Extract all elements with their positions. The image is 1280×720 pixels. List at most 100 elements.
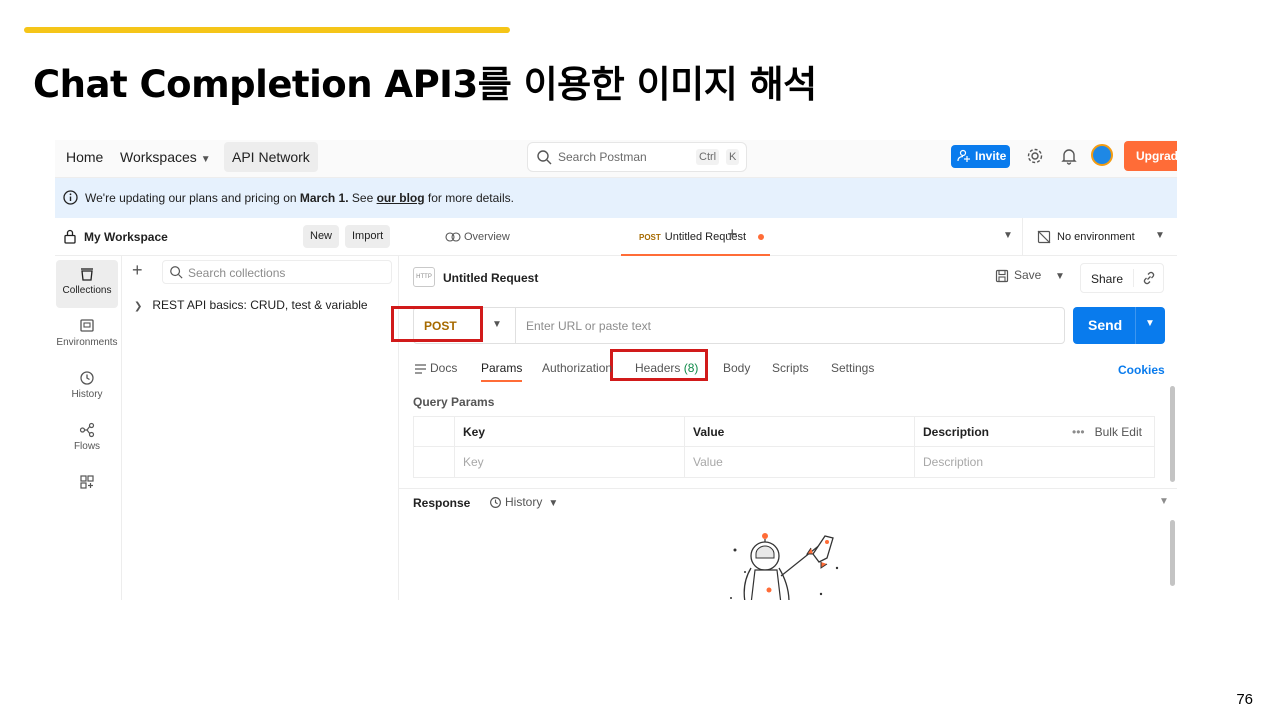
tab-params[interactable]: Params bbox=[481, 361, 523, 382]
search-icon bbox=[537, 150, 552, 165]
tab-docs-label: Docs bbox=[430, 361, 458, 375]
response-history-dropdown[interactable]: History ▼ bbox=[489, 495, 558, 509]
collection-item[interactable]: ❯ REST API basics: CRUD, test & variable bbox=[134, 298, 368, 312]
description-input[interactable]: Description bbox=[914, 447, 1154, 477]
search-collections-input[interactable]: Search collections bbox=[162, 260, 392, 284]
share-button[interactable]: Share bbox=[1080, 263, 1164, 293]
astronaut-rocket-illustration bbox=[730, 533, 839, 600]
slide-title: Chat Completion API3를 이용한 이미지 해석 bbox=[33, 63, 817, 106]
page-number: 76 bbox=[1236, 691, 1253, 708]
tab-docs[interactable]: Docs bbox=[415, 361, 457, 380]
tab-untitled-request[interactable]: POST Untitled Request bbox=[621, 218, 771, 256]
nav-workspaces-label: Workspaces bbox=[120, 149, 197, 165]
nav-api-network[interactable]: API Network bbox=[224, 142, 318, 172]
chevron-down-icon[interactable]: ▼ bbox=[1003, 230, 1013, 241]
history-icon bbox=[490, 497, 501, 509]
table-row: Key Value Description bbox=[414, 447, 1154, 477]
invite-button[interactable]: Invite bbox=[951, 145, 1010, 168]
request-tab-bar: Overview POST Untitled Request + ▼ No env… bbox=[399, 218, 1177, 256]
environment-selector[interactable]: No environment bbox=[1037, 230, 1135, 244]
value-input[interactable]: Value bbox=[684, 447, 914, 477]
tab-overview[interactable]: Overview bbox=[445, 218, 510, 256]
save-label: Save bbox=[1014, 268, 1042, 282]
collection-label: REST API basics: CRUD, test & variable bbox=[152, 298, 368, 312]
banner-text: We're updating our plans and pricing on … bbox=[85, 191, 514, 205]
info-icon bbox=[63, 190, 78, 205]
unsaved-dot bbox=[758, 234, 765, 241]
bell-icon[interactable] bbox=[1060, 147, 1078, 165]
request-title[interactable]: Untitled Request bbox=[443, 271, 538, 285]
upgrade-button[interactable]: Upgrade bbox=[1124, 141, 1177, 171]
search-icon bbox=[170, 266, 183, 279]
tab-method: POST bbox=[639, 233, 661, 242]
gear-icon[interactable] bbox=[1026, 147, 1044, 165]
chevron-right-icon: ❯ bbox=[134, 301, 143, 312]
collections-icon bbox=[81, 268, 93, 281]
add-collection-icon[interactable]: + bbox=[132, 260, 143, 281]
shortcut-ctrl: Ctrl bbox=[696, 149, 720, 165]
workspace-header: My Workspace New Import bbox=[55, 218, 399, 256]
environment-label: No environment bbox=[1057, 230, 1135, 243]
save-button[interactable]: Save bbox=[995, 268, 1041, 283]
tab-settings[interactable]: Settings bbox=[831, 361, 874, 380]
nav-workspaces[interactable]: Workspaces ▼ bbox=[112, 142, 219, 172]
divider bbox=[1022, 218, 1023, 256]
workspace-name: My Workspace bbox=[84, 230, 168, 244]
history-icon bbox=[80, 371, 94, 385]
send-label: Send bbox=[1088, 317, 1123, 333]
column-header-description: Description bbox=[914, 417, 1060, 447]
divider bbox=[1135, 307, 1136, 344]
link-icon[interactable] bbox=[1141, 270, 1157, 286]
chevron-down-icon: ▼ bbox=[492, 319, 502, 330]
chevron-down-icon[interactable]: ▼ bbox=[1155, 230, 1165, 241]
chevron-down-icon[interactable]: ▼ bbox=[1145, 318, 1155, 329]
sidebar-item-flows[interactable]: Flows bbox=[56, 416, 118, 464]
tab-body[interactable]: Body bbox=[723, 361, 750, 380]
bulk-edit-label: Bulk Edit bbox=[1094, 425, 1142, 439]
info-banner: We're updating our plans and pricing on … bbox=[55, 178, 1177, 218]
request-url-bar: POST ▼ Enter URL or paste text bbox=[413, 307, 1065, 344]
bulk-edit-button[interactable]: ••• Bulk Edit bbox=[1072, 417, 1142, 447]
tab-overview-label: Overview bbox=[464, 231, 510, 243]
search-postman-input[interactable]: Search Postman Ctrl K bbox=[527, 142, 747, 172]
new-tab-icon[interactable]: + bbox=[727, 224, 738, 245]
search-placeholder: Search Postman bbox=[558, 150, 647, 164]
headers-count-badge: (8) bbox=[683, 361, 699, 375]
sidebar-item-label: History bbox=[71, 389, 103, 400]
sidebar-item-collections[interactable]: Collections bbox=[56, 260, 118, 308]
import-button[interactable]: Import bbox=[345, 225, 391, 248]
chevron-down-icon[interactable]: ▼ bbox=[1159, 496, 1169, 507]
top-navigation: Home Workspaces ▼ API Network Search Post… bbox=[55, 140, 1177, 178]
slide-accent-bar bbox=[24, 27, 510, 33]
banner-text-mid: See bbox=[348, 191, 377, 205]
avatar[interactable] bbox=[1091, 144, 1113, 166]
tab-authorization[interactable]: Authorization bbox=[542, 361, 612, 380]
sidebar-item-configure[interactable] bbox=[56, 468, 118, 516]
scrollbar[interactable] bbox=[1170, 520, 1175, 586]
environments-icon bbox=[80, 319, 94, 332]
response-history-label: History bbox=[505, 495, 543, 509]
new-button[interactable]: New bbox=[303, 225, 340, 248]
key-input[interactable]: Key bbox=[454, 447, 684, 477]
cookies-link[interactable]: Cookies bbox=[1118, 363, 1165, 377]
column-header-key: Key bbox=[454, 417, 684, 447]
nav-home[interactable]: Home bbox=[58, 142, 111, 172]
scrollbar[interactable] bbox=[1170, 386, 1175, 482]
column-header-value: Value bbox=[684, 417, 914, 447]
lock-icon bbox=[64, 229, 76, 244]
sidebar-item-history[interactable]: History bbox=[56, 364, 118, 412]
chevron-down-icon[interactable]: ▼ bbox=[1055, 271, 1065, 282]
url-input[interactable]: Enter URL or paste text bbox=[526, 319, 651, 333]
banner-blog-link[interactable]: our blog bbox=[377, 191, 425, 205]
no-environment-icon bbox=[1037, 230, 1051, 244]
tab-headers[interactable]: Headers (8) bbox=[635, 361, 698, 380]
highlight-method-box bbox=[391, 306, 483, 342]
tab-scripts[interactable]: Scripts bbox=[772, 361, 809, 380]
chevron-down-icon: ▼ bbox=[548, 498, 559, 509]
sidebar-item-label: Flows bbox=[73, 441, 101, 452]
more-icon: ••• bbox=[1072, 425, 1085, 439]
response-label: Response bbox=[413, 496, 471, 510]
send-button[interactable]: Send ▼ bbox=[1073, 307, 1165, 344]
share-label: Share bbox=[1091, 272, 1124, 286]
sidebar-item-environments[interactable]: Environments bbox=[56, 312, 118, 360]
